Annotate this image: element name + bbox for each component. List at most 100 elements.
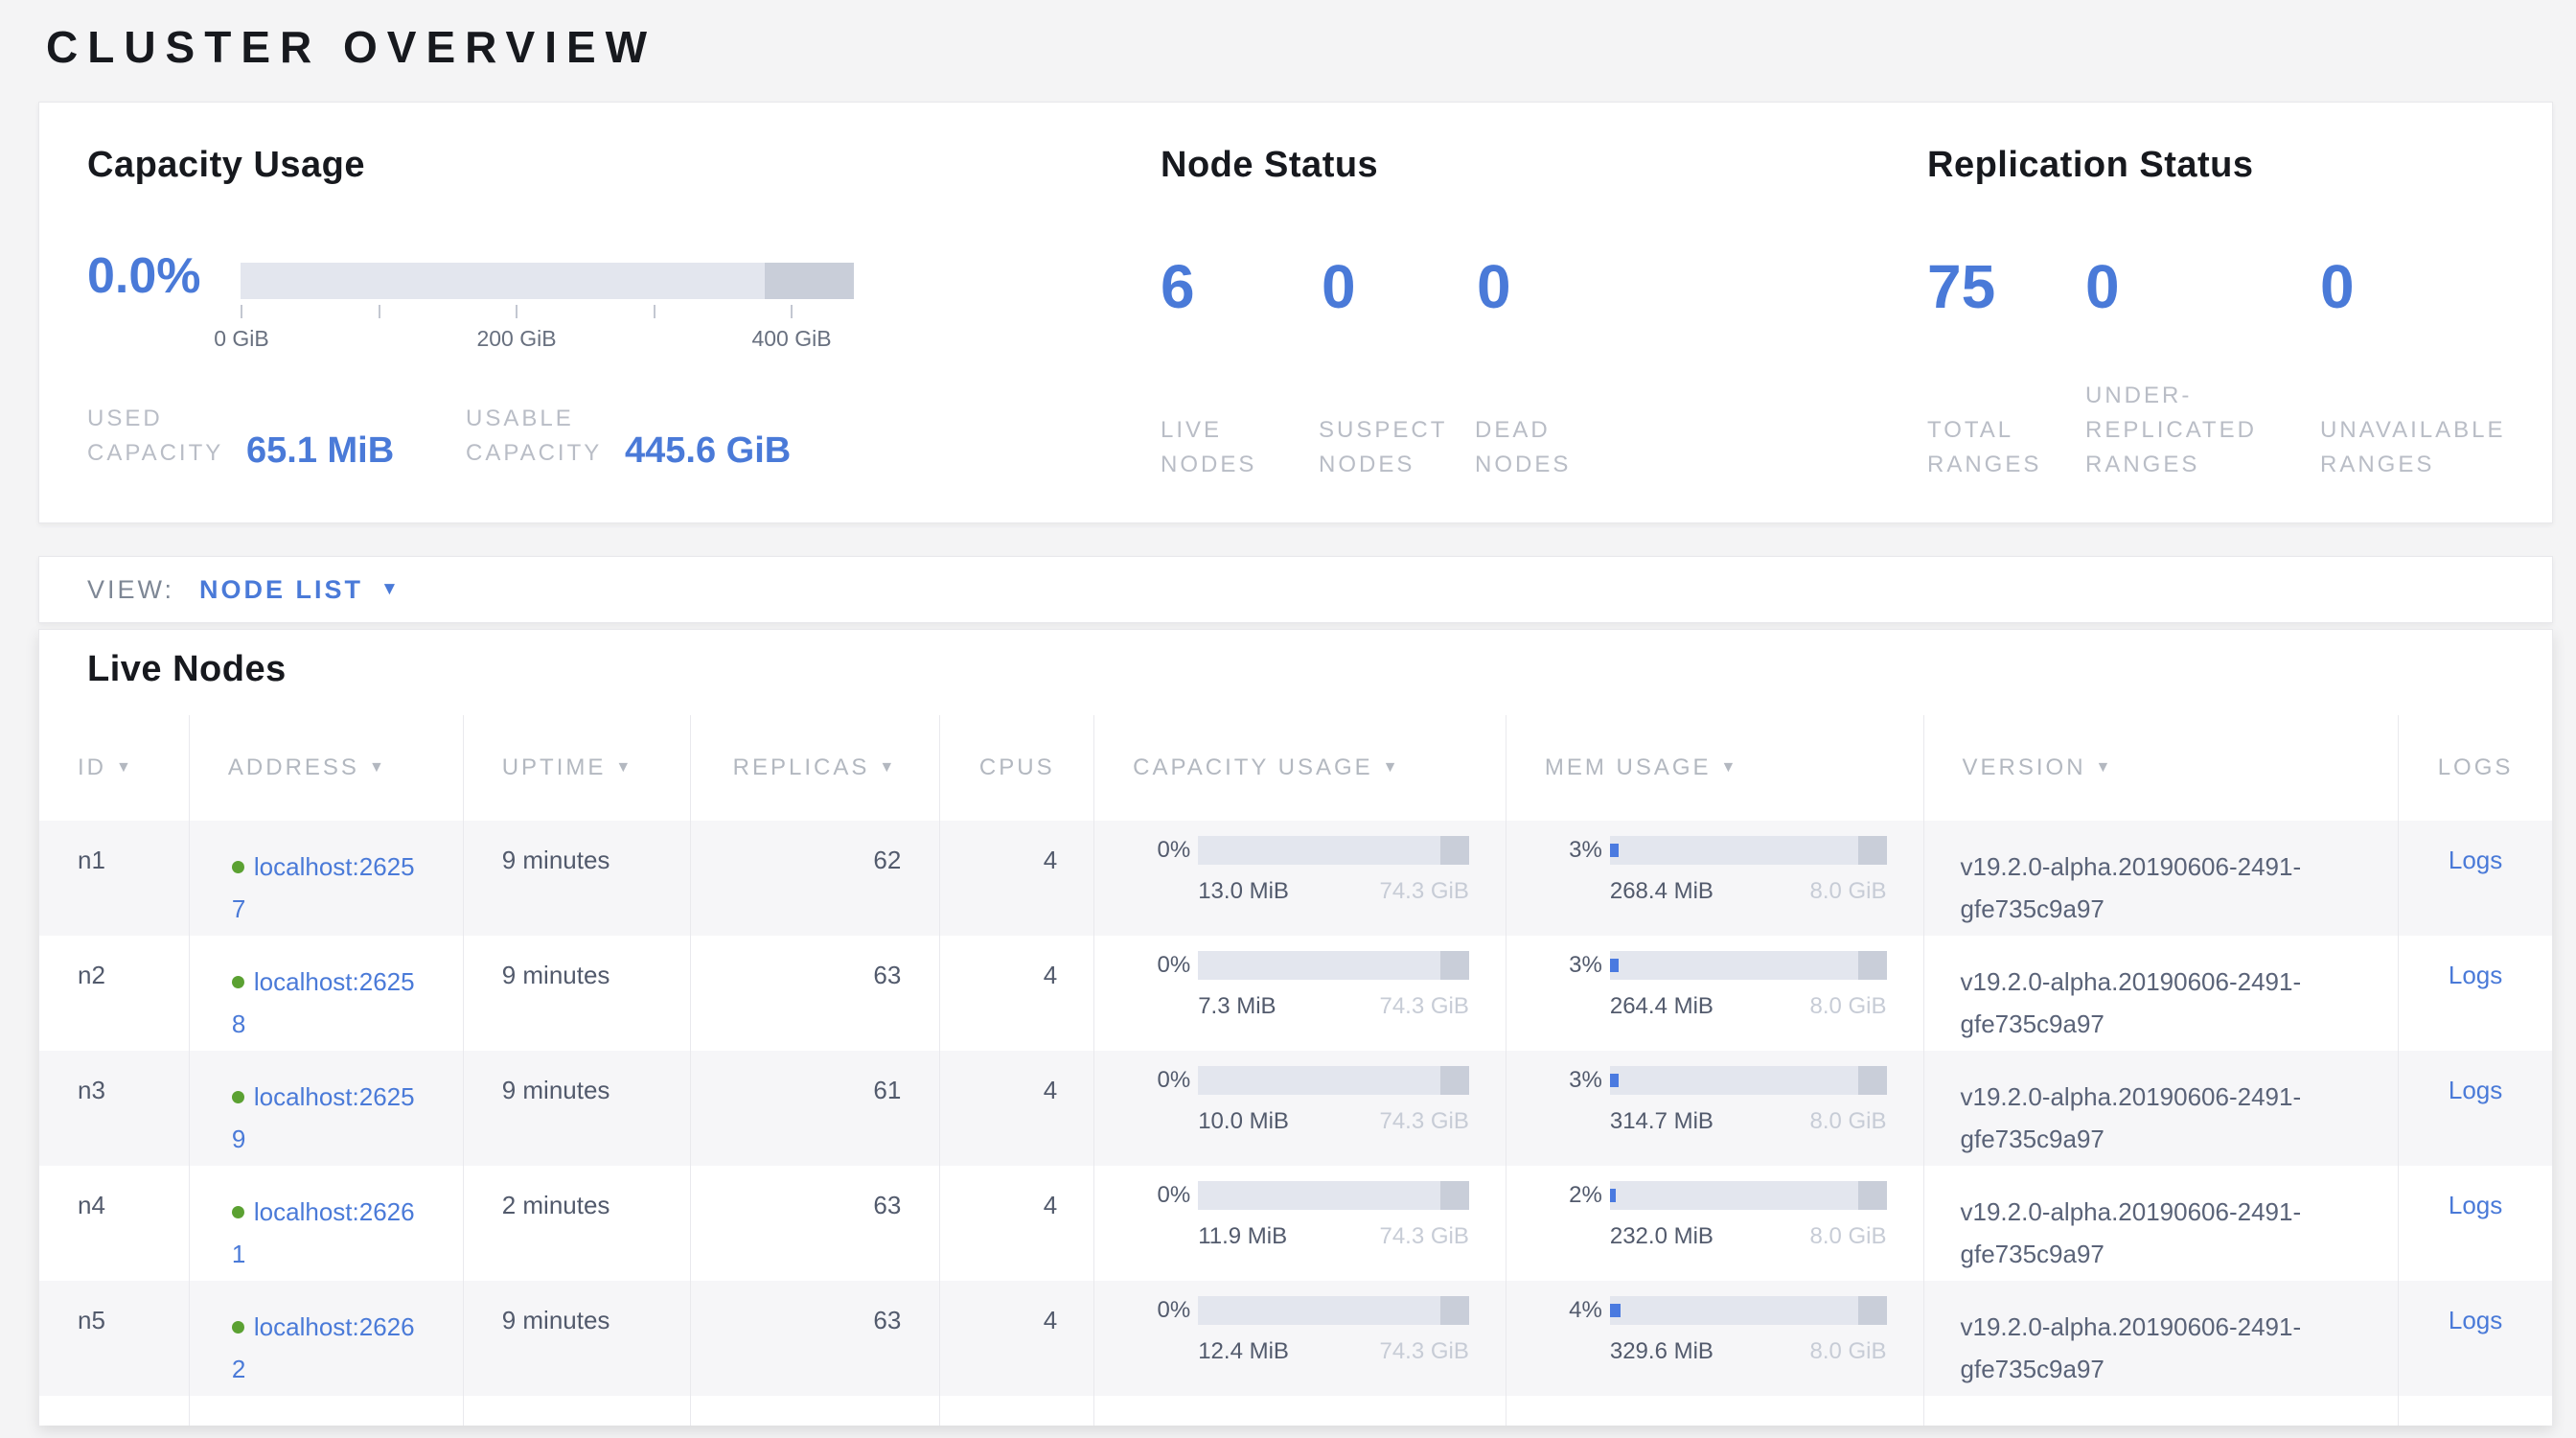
node-logs-cell: Logs — [2399, 936, 2552, 1051]
node-replicas: 63 — [691, 1166, 941, 1281]
view-dropdown-value[interactable]: NODE LIST — [199, 575, 363, 605]
mem-used: 268.4 MiB — [1610, 878, 1714, 905]
capacity-used: 10.0 MiB — [1198, 1108, 1289, 1135]
node-version: v19.2.0-alpha.20190606-2491-gfe735c9a97 — [1924, 1166, 2400, 1281]
column-header-address[interactable]: ADDRESS▼ — [190, 715, 464, 821]
view-selector-bar: VIEW: NODE LIST ▼ — [38, 556, 2553, 623]
node-address-link[interactable]: localhost:26257 — [232, 852, 415, 923]
capacity-percent: 0% — [1123, 1297, 1190, 1324]
sort-arrow-icon: ▼ — [369, 759, 387, 777]
page-title: CLUSTER OVERVIEW — [46, 21, 656, 73]
suspect-nodes-label: SUSPECT NODES — [1319, 413, 1453, 482]
column-header-mem-usage[interactable]: MEM USAGE▼ — [1506, 715, 1924, 821]
capacity-used: 12.4 MiB — [1198, 1338, 1289, 1365]
sort-arrow-icon: ▼ — [1721, 759, 1739, 777]
capacity-bar — [1198, 1181, 1469, 1210]
logs-link[interactable]: Logs — [2449, 1191, 2502, 1219]
usable-capacity-value: 445.6 GiB — [625, 432, 791, 469]
capacity-percent: 0% — [1123, 837, 1190, 864]
node-address-cell: localhost:26261 — [190, 1166, 464, 1281]
unavailable-ranges-label: UNAVAILABLE RANGES — [2320, 413, 2502, 482]
column-header-capacity-usage[interactable]: CAPACITY USAGE▼ — [1094, 715, 1506, 821]
node-mem-usage-cell: 3% 268.4 MiB8.0 GiB — [1506, 821, 1924, 936]
table-row-clipped — [39, 1396, 2552, 1426]
chevron-down-icon[interactable]: ▼ — [380, 579, 399, 600]
replication-status-title: Replication Status — [1927, 145, 2254, 186]
node-version: v19.2.0-alpha.20190606-2491-gfe735c9a97 — [1924, 1051, 2400, 1166]
node-version: v19.2.0-alpha.20190606-2491-gfe735c9a97 — [1924, 936, 2400, 1051]
node-mem-usage-cell: 3% 314.7 MiB 8.0 GiB — [1506, 1051, 1924, 1166]
node-id: n4 — [39, 1166, 190, 1281]
mem-total: 8.0 GiB — [1809, 1338, 1886, 1365]
capacity-bar — [1198, 951, 1469, 980]
cluster-overview-page: CLUSTER OVERVIEW Capacity Usage 0.0% 0 G… — [0, 0, 2576, 1438]
table-row: n4 localhost:26261 2 minutes 63 4 0% 11.… — [39, 1166, 2552, 1281]
node-address-link[interactable]: localhost:26261 — [232, 1197, 415, 1268]
node-address-link[interactable]: localhost:26262 — [232, 1312, 415, 1383]
node-cpus: 4 — [940, 1166, 1094, 1281]
mem-percent: 3% — [1535, 1067, 1602, 1094]
node-live-dot-icon — [232, 1321, 244, 1334]
dead-nodes-count: 0 — [1477, 256, 1511, 317]
node-cpus: 4 — [940, 821, 1094, 936]
logs-link[interactable]: Logs — [2449, 1306, 2502, 1334]
capacity-usage-title: Capacity Usage — [87, 145, 365, 186]
node-cpus: 4 — [940, 1281, 1094, 1396]
node-logs-cell: Logs — [2399, 821, 2552, 936]
node-id: n3 — [39, 1051, 190, 1166]
replication-status-section: Replication Status 75 0 0 TOTAL RANGES U… — [1927, 103, 2541, 522]
capacity-usage-section: Capacity Usage 0.0% 0 GiB 200 GiB 400 Gi… — [87, 103, 1122, 522]
capacity-bar — [1198, 836, 1469, 865]
mem-bar — [1610, 1066, 1887, 1095]
mem-used: 314.7 MiB — [1610, 1108, 1714, 1135]
view-dropdown[interactable]: NODE LIST ▼ — [199, 575, 399, 605]
summary-panel: Capacity Usage 0.0% 0 GiB 200 GiB 400 Gi… — [38, 102, 2553, 523]
node-address-cell: localhost:26257 — [190, 821, 464, 936]
node-replicas: 61 — [691, 1051, 941, 1166]
table-row: n5 localhost:26262 9 minutes 63 4 0% 12.… — [39, 1281, 2552, 1396]
column-header-logs: LOGS — [2399, 715, 2552, 821]
axis-tick — [379, 305, 380, 318]
node-live-dot-icon — [232, 1091, 244, 1103]
table-row: n2 localhost:26258 9 minutes 63 4 0% 7.3… — [39, 936, 2552, 1051]
capacity-total: 74.3 GiB — [1379, 993, 1468, 1020]
node-status-title: Node Status — [1161, 145, 1378, 186]
axis-tick — [516, 305, 518, 318]
usable-capacity-stat: USABLE CAPACITY 445.6 GiB — [466, 402, 791, 471]
unavailable-ranges-count: 0 — [2320, 256, 2355, 317]
live-nodes-count: 6 — [1161, 256, 1195, 317]
node-id: n2 — [39, 936, 190, 1051]
mem-total: 8.0 GiB — [1809, 1108, 1886, 1135]
logs-link[interactable]: Logs — [2449, 846, 2502, 874]
sort-arrow-icon: ▼ — [1383, 759, 1401, 777]
mem-percent: 3% — [1535, 952, 1602, 979]
logs-link[interactable]: Logs — [2449, 1076, 2502, 1104]
table-header-row: ID▼ ADDRESS▼ UPTIME▼ REPLICAS▼ CPUS CAPA… — [39, 715, 2552, 821]
node-mem-usage-cell: 4% 329.6 MiB8.0 GiB — [1506, 1281, 1924, 1396]
column-header-version[interactable]: VERSION▼ — [1924, 715, 2400, 821]
node-address-link[interactable]: localhost:26259 — [232, 1082, 415, 1153]
capacity-percent: 0% — [1123, 952, 1190, 979]
column-header-uptime[interactable]: UPTIME▼ — [464, 715, 691, 821]
node-uptime: 2 minutes — [464, 1166, 691, 1281]
sort-arrow-icon: ▼ — [116, 759, 134, 777]
sort-arrow-icon: ▼ — [2096, 759, 2114, 777]
column-header-id[interactable]: ID▼ — [39, 715, 190, 821]
node-mem-usage-cell: 3% 264.4 MiB8.0 GiB — [1506, 936, 1924, 1051]
node-id: n5 — [39, 1281, 190, 1396]
node-capacity-usage-cell: 0% 7.3 MiB74.3 GiB — [1094, 936, 1506, 1051]
column-header-replicas[interactable]: REPLICAS▼ — [691, 715, 941, 821]
logs-link[interactable]: Logs — [2449, 961, 2502, 989]
node-capacity-usage-cell: 0% 12.4 MiB 74.3 GiB — [1094, 1281, 1506, 1396]
node-replicas: 63 — [691, 936, 941, 1051]
capacity-used: 11.9 MiB — [1198, 1223, 1287, 1250]
used-capacity-value: 65.1 MiB — [246, 432, 394, 469]
capacity-total: 74.3 GiB — [1379, 1338, 1468, 1365]
mem-percent: 4% — [1535, 1297, 1602, 1324]
node-logs-cell: Logs — [2399, 1051, 2552, 1166]
node-address-link[interactable]: localhost:26258 — [232, 967, 415, 1038]
axis-tick-label: 0 GiB — [214, 326, 269, 352]
node-version: v19.2.0-alpha.20190606-2491-gfe735c9a97 — [1924, 1281, 2400, 1396]
node-capacity-usage-cell: 0% 11.9 MiB74.3 GiB — [1094, 1166, 1506, 1281]
node-uptime: 9 minutes — [464, 821, 691, 936]
